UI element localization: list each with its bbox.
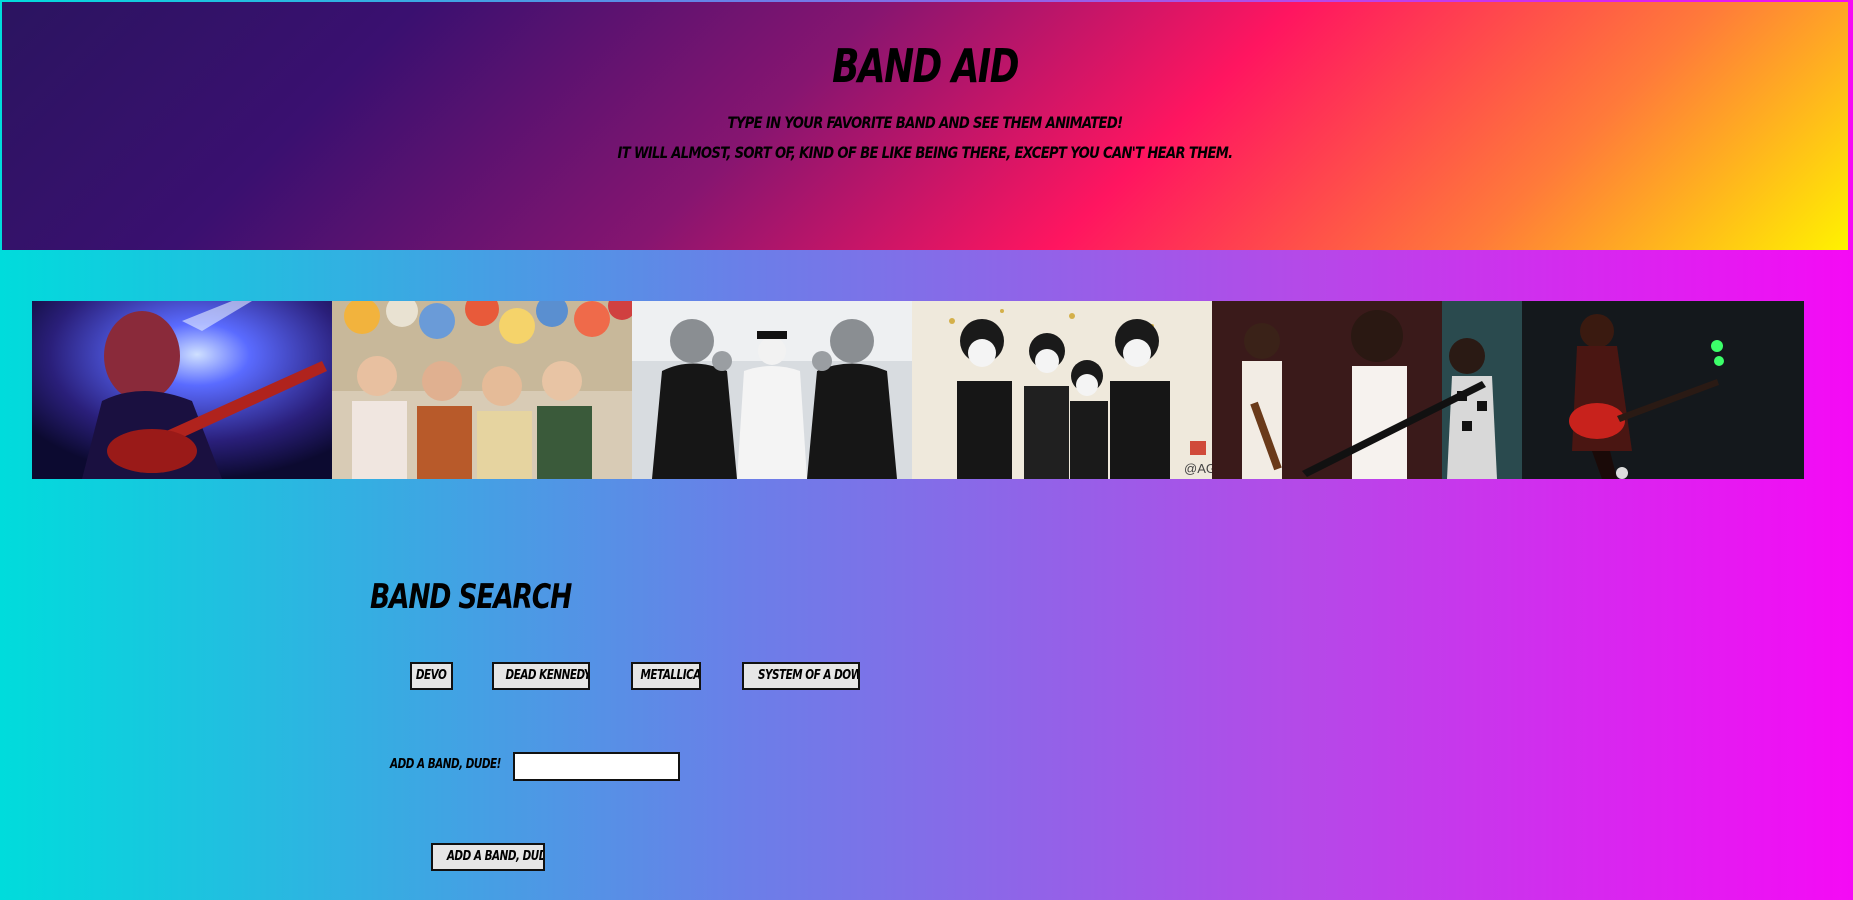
add-band-button[interactable]: Add a band, dude! xyxy=(431,843,545,871)
rock-band-stage-photo xyxy=(1212,301,1522,479)
add-band-input[interactable] xyxy=(513,752,680,781)
band-with-balloons-photo xyxy=(332,301,632,479)
page-header: Band Aid Type in your favorite band and … xyxy=(2,2,1848,250)
band-photo-gallery: @AG xyxy=(32,301,1804,479)
band-button-label: System of a Down xyxy=(757,668,860,683)
band-button-metallica[interactable]: Metallica xyxy=(631,662,701,690)
tagline-line-2: It will almost, sort of, kind of be like… xyxy=(617,143,1234,162)
photo-watermark: @AG xyxy=(1184,461,1212,476)
page-title: Band Aid xyxy=(832,39,1019,93)
band-button-label: Metallica xyxy=(640,668,701,683)
band-button-dead-kennedys[interactable]: Dead Kennedys xyxy=(492,662,590,690)
guitarist-red-guitar-photo xyxy=(1522,301,1804,479)
band-button-label: Devo xyxy=(416,668,447,683)
band-button-devo[interactable]: Devo xyxy=(410,662,453,690)
band-button-system-of-a-down[interactable]: System of a Down xyxy=(742,662,860,690)
masked-band-photo xyxy=(632,301,912,479)
face-painted-band-photo: @AG xyxy=(912,301,1212,479)
add-band-label: Add a band, dude! xyxy=(390,757,501,772)
tagline-line-1: Type in your favorite band and see them … xyxy=(727,113,1124,132)
add-band-button-label: Add a band, dude! xyxy=(446,849,543,864)
band-button-label: Dead Kennedys xyxy=(505,668,590,683)
guitarist-blue-light-photo xyxy=(32,301,332,479)
band-search-title: Band Search xyxy=(370,577,572,617)
